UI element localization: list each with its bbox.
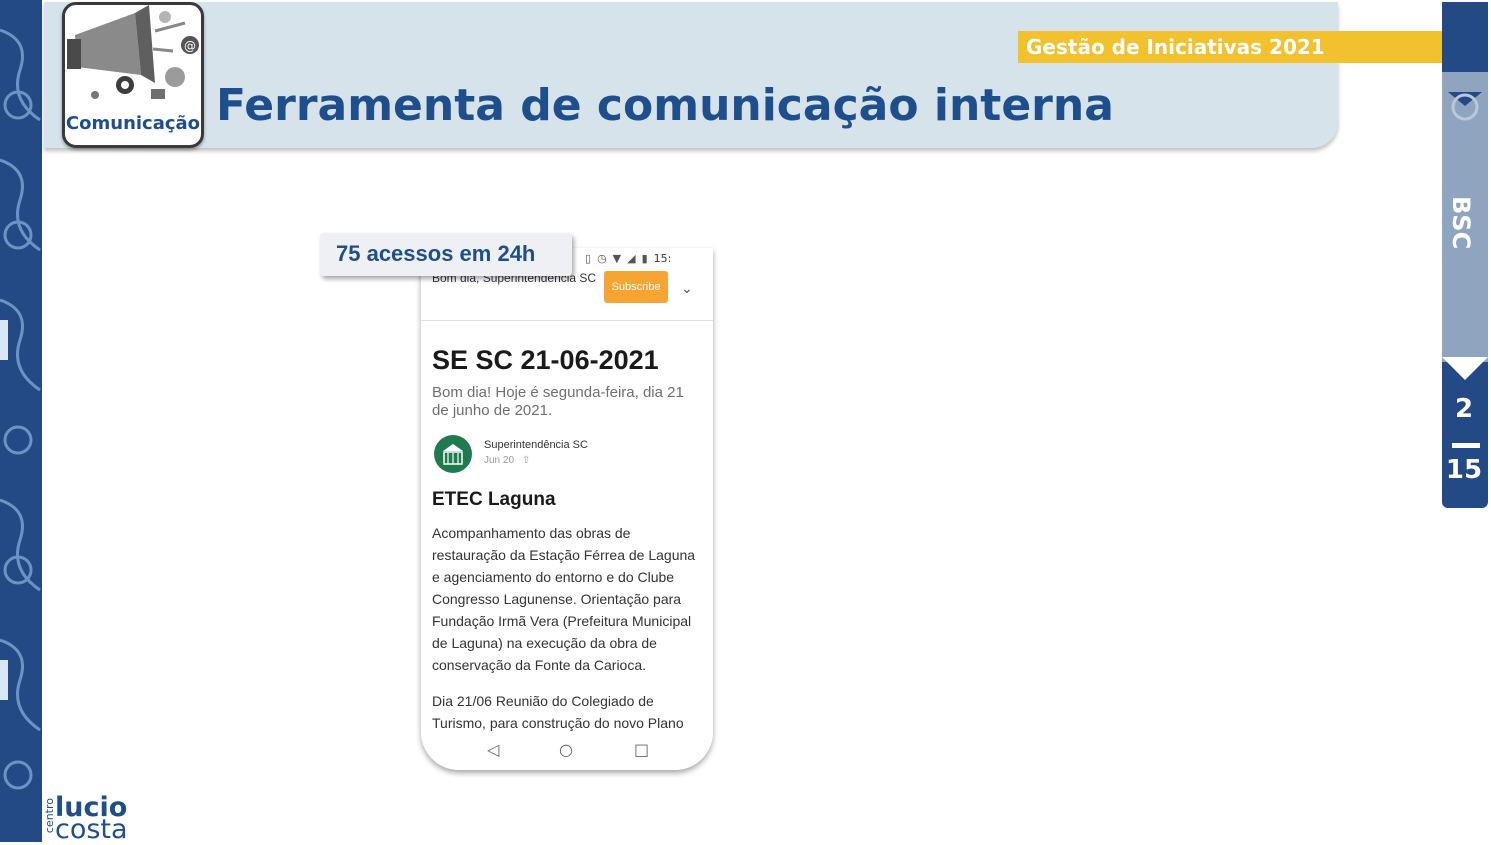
access-count-callout: 75 acessos em 24h xyxy=(320,233,572,276)
post-date: Jun 20 xyxy=(484,455,515,466)
page-current: 2 xyxy=(1454,394,1474,424)
alarm-icon: ◷ xyxy=(597,251,607,265)
bsc-label: BSC xyxy=(1447,196,1475,250)
battery-icon: ▮ xyxy=(641,251,648,265)
status-bar: ▯ ◷ ▼ ◢ ▮ 15: xyxy=(585,248,671,268)
author-name[interactable]: Superintendência SC xyxy=(484,439,588,451)
wifi-icon: ▼ xyxy=(612,251,622,265)
access-count-text: 75 acessos em 24h xyxy=(336,241,536,266)
svg-text:@: @ xyxy=(184,39,196,53)
body-paragraph-1: Acompanhamento das obras de restauração … xyxy=(432,525,696,673)
phone-screenshot: ▯ ◷ ▼ ◢ ▮ 15: Bom dia, Superintendência … xyxy=(421,248,713,770)
post-meta: Jun 20 ⇧ xyxy=(484,455,530,466)
subscribe-button[interactable]: Subscribe xyxy=(604,271,668,303)
share-icon[interactable]: ⇧ xyxy=(522,455,530,466)
chevron-down-icon[interactable]: ⌄ xyxy=(681,281,693,297)
author-avatar[interactable] xyxy=(434,435,472,473)
back-icon[interactable]: ◁ xyxy=(487,740,499,759)
category-label: Comunicação xyxy=(65,113,201,134)
year-badge: Gestão de Iniciativas 2021 xyxy=(1018,31,1488,63)
signal-icon: ◢ xyxy=(627,251,636,265)
post-title: SE SC 21-06-2021 xyxy=(432,345,659,375)
megaphone-icon: @ xyxy=(67,5,199,99)
page-total: 15 xyxy=(1445,455,1483,485)
post-subtitle: Bom dia! Hoje é segunda-feira, dia 21 de… xyxy=(432,384,684,419)
body-paragraph-2: Dia 21/06 Reunião do Colegiado de Turism… xyxy=(432,693,684,731)
status-time: 15: xyxy=(653,251,672,265)
logo-line-2: costa xyxy=(55,814,128,845)
year-badge-text: Gestão de Iniciativas 2021 xyxy=(1026,35,1325,59)
section-title: ETEC Laguna xyxy=(432,489,556,510)
divider xyxy=(421,320,713,321)
left-decorative-strip xyxy=(0,0,42,842)
page-title: Ferramenta de comunicação interna xyxy=(216,80,1114,131)
vibrate-icon: ▯ xyxy=(585,251,592,265)
lucio-costa-logo: centro lucio costa xyxy=(43,794,133,845)
home-icon[interactable]: ○ xyxy=(559,740,573,759)
recents-icon[interactable]: □ xyxy=(634,740,649,759)
bsc-side-tab xyxy=(1442,2,1488,508)
android-nav-bar: ◁ ○ □ xyxy=(421,732,713,770)
page-separator xyxy=(1452,443,1480,448)
category-tile: @ Comunicação xyxy=(62,2,204,148)
